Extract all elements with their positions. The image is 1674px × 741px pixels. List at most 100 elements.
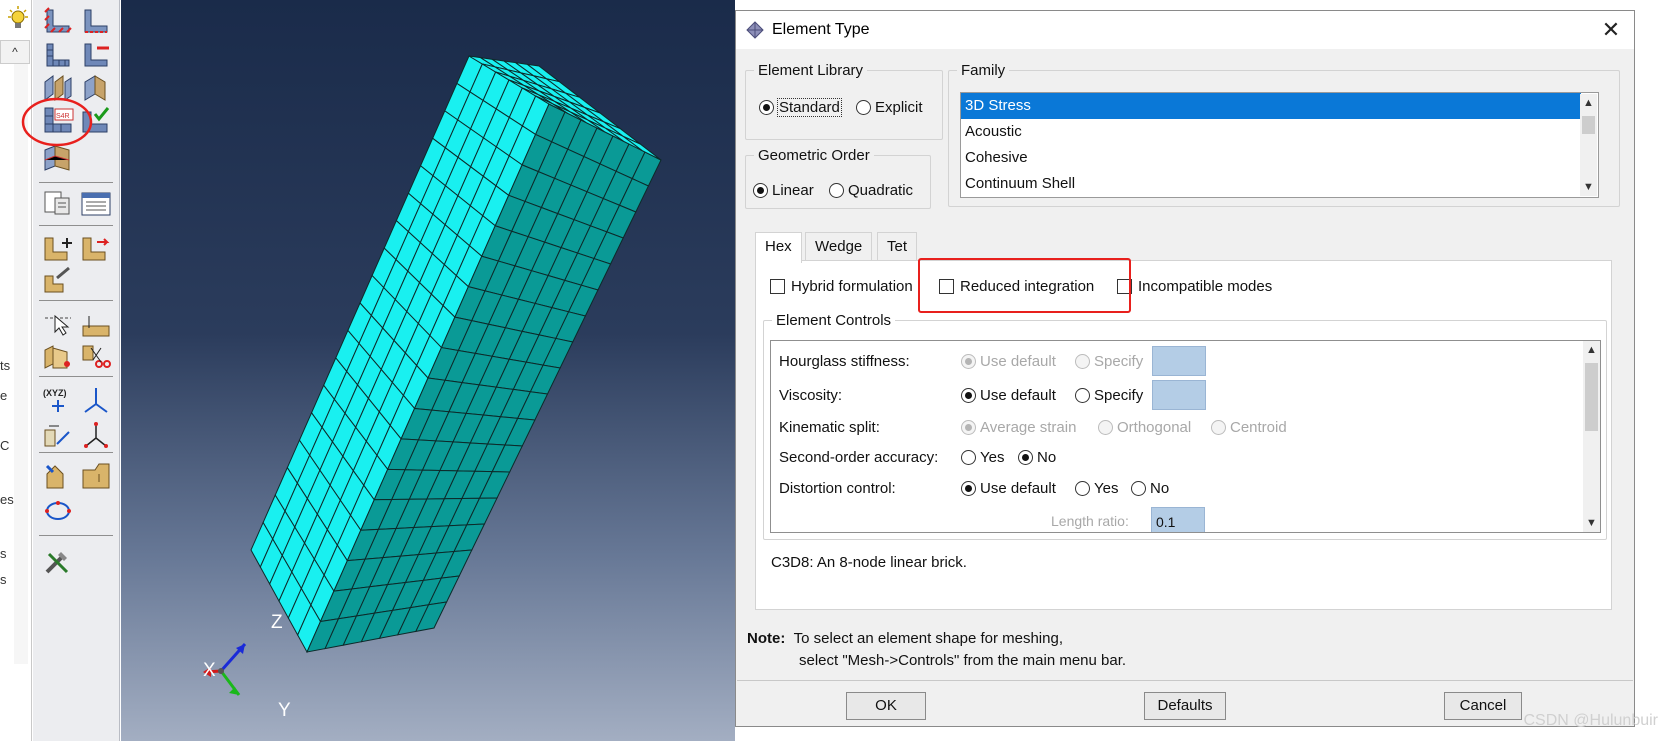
tab-hex[interactable]: Hex: [755, 232, 802, 263]
model-tree-fragment: s: [0, 572, 7, 587]
lightbulb-icon[interactable]: [1, 4, 35, 36]
scroll-thumb[interactable]: [1585, 363, 1598, 431]
note-line-2: select "Mesh->Controls" from the main me…: [799, 652, 1127, 669]
repair-icon[interactable]: [79, 460, 113, 492]
delete-mesh-icon[interactable]: [79, 38, 113, 70]
second-order-yes-radio[interactable]: Yes: [961, 449, 1004, 466]
length-ratio-field[interactable]: 0.1: [1151, 507, 1205, 532]
quadratic-radio[interactable]: Quadratic: [829, 182, 913, 199]
explicit-radio[interactable]: Explicit: [856, 99, 923, 116]
ok-button[interactable]: OK: [846, 692, 926, 720]
chevron-down-icon[interactable]: ▼: [1583, 514, 1600, 532]
left-scrollbar[interactable]: [14, 64, 28, 664]
radio-indicator: [961, 354, 976, 369]
controls-scrollbar[interactable]: ▲ ▼: [1583, 341, 1600, 532]
chevron-up-icon[interactable]: ▲: [1583, 341, 1600, 359]
tab-wedge[interactable]: Wedge: [805, 232, 873, 262]
create-feature-icon[interactable]: [41, 232, 75, 264]
family-legend: Family: [961, 62, 1006, 79]
kinematic-split-label: Kinematic split:: [779, 419, 880, 436]
partition-icon[interactable]: [79, 308, 113, 340]
family-item-acoustic[interactable]: Acoustic: [961, 119, 1581, 145]
distortion-yes-radio[interactable]: Yes: [1075, 480, 1118, 497]
toolbox-separator: [39, 225, 113, 226]
element-controls-legend: Element Controls: [776, 312, 892, 329]
length-ratio-label: Length ratio:: [1051, 513, 1129, 529]
virtual-topology-icon[interactable]: [41, 264, 75, 296]
select-icon[interactable]: [41, 308, 75, 340]
toolbox-separator: [39, 452, 113, 453]
tool-highlight-circle: [21, 97, 93, 147]
average-strain-radio: Average strain: [961, 419, 1076, 436]
viscosity-specify-radio[interactable]: Specify: [1075, 387, 1143, 404]
seed-part-icon[interactable]: [41, 4, 75, 36]
yes-label: Yes: [1094, 480, 1119, 497]
model-tree-fragment: C: [0, 438, 10, 453]
chevron-up-icon[interactable]: ▲: [1580, 94, 1597, 112]
family-scrollbar[interactable]: ▲ ▼: [1580, 94, 1597, 196]
note-label: Note:: [747, 630, 786, 647]
explicit-label: Explicit: [875, 99, 923, 116]
partition-face-icon[interactable]: [41, 340, 75, 372]
use-default-label: Use default: [980, 387, 1056, 404]
distortion-use-default-radio[interactable]: Use default: [961, 480, 1056, 497]
hybrid-formulation-checkbox[interactable]: Hybrid formulation: [770, 278, 913, 295]
radio-indicator: [961, 420, 976, 435]
tab-tet[interactable]: Tet: [877, 232, 918, 262]
note-line-1: To select an element shape for meshing,: [793, 630, 1063, 647]
dialog-titlebar[interactable]: Element Type ✕: [736, 11, 1634, 49]
query-icon[interactable]: [41, 188, 75, 220]
toolbox-separator: [39, 376, 113, 377]
edit-mesh-icon[interactable]: [41, 460, 75, 492]
radio-indicator: [1075, 388, 1090, 403]
radio-indicator: [1075, 354, 1090, 369]
family-list: 3D Stress Acoustic Cohesive Continuum Sh…: [960, 92, 1599, 198]
scroll-thumb[interactable]: [1582, 116, 1595, 134]
cancel-button[interactable]: Cancel: [1444, 692, 1522, 720]
family-item-cohesive[interactable]: Cohesive: [961, 145, 1581, 171]
radio-indicator: [829, 183, 844, 198]
radio-indicator: [961, 481, 976, 496]
chevron-down-icon[interactable]: ▼: [1580, 178, 1597, 196]
close-button[interactable]: ✕: [1598, 18, 1624, 42]
distortion-no-radio[interactable]: No: [1131, 480, 1169, 497]
datum-axis-icon[interactable]: [79, 384, 113, 416]
dialog-icon: [746, 21, 764, 39]
distortion-control-label: Distortion control:: [779, 480, 896, 497]
orthogonal-radio: Orthogonal: [1098, 419, 1191, 436]
datum-point-icon[interactable]: (XYZ): [41, 384, 75, 416]
incompatible-modes-checkbox[interactable]: Incompatible modes: [1117, 278, 1272, 295]
triad-x-label: X: [203, 660, 216, 681]
datum-csys-icon[interactable]: [79, 418, 113, 450]
svg-text:(XYZ): (XYZ): [43, 388, 67, 398]
note-block: Note: To select an element shape for mes…: [747, 628, 1126, 672]
edit-feature-icon[interactable]: [79, 232, 113, 264]
family-item-continuum-shell[interactable]: Continuum Shell: [961, 171, 1581, 197]
mesh-part-icon[interactable]: [41, 38, 75, 70]
radio-indicator: [753, 183, 768, 198]
datum-plane-icon[interactable]: [41, 418, 75, 450]
model-viewport[interactable]: Z X Y: [121, 0, 735, 741]
geometric-order-legend: Geometric Order: [758, 147, 870, 164]
viscosity-value-field: [1152, 380, 1206, 410]
standard-radio[interactable]: Standard: [759, 98, 842, 117]
specify-label: Specify: [1094, 353, 1144, 370]
viscosity-use-default-radio[interactable]: Use default: [961, 387, 1056, 404]
seed-edge-icon[interactable]: [79, 4, 113, 36]
standard-label: Standard: [777, 98, 842, 117]
reduced-integration-checkbox[interactable]: Reduced integration: [939, 278, 1094, 295]
linear-radio[interactable]: Linear: [753, 182, 814, 199]
second-order-no-radio[interactable]: No: [1018, 449, 1056, 466]
checkbox-box: [770, 279, 785, 294]
cut-icon[interactable]: [79, 340, 113, 372]
table-icon[interactable]: [79, 188, 113, 220]
scroll-up-button[interactable]: ^: [0, 40, 30, 64]
defaults-button[interactable]: Defaults: [1144, 692, 1226, 720]
reduced-integration-label: Reduced integration: [960, 278, 1095, 295]
no-label: No: [1037, 449, 1057, 466]
use-default-label: Use default: [980, 480, 1056, 497]
adaptivity-icon[interactable]: [41, 494, 75, 526]
toolbox-separator: [39, 535, 113, 536]
family-item-3d-stress[interactable]: 3D Stress: [961, 93, 1581, 119]
tools-icon[interactable]: [41, 546, 75, 578]
